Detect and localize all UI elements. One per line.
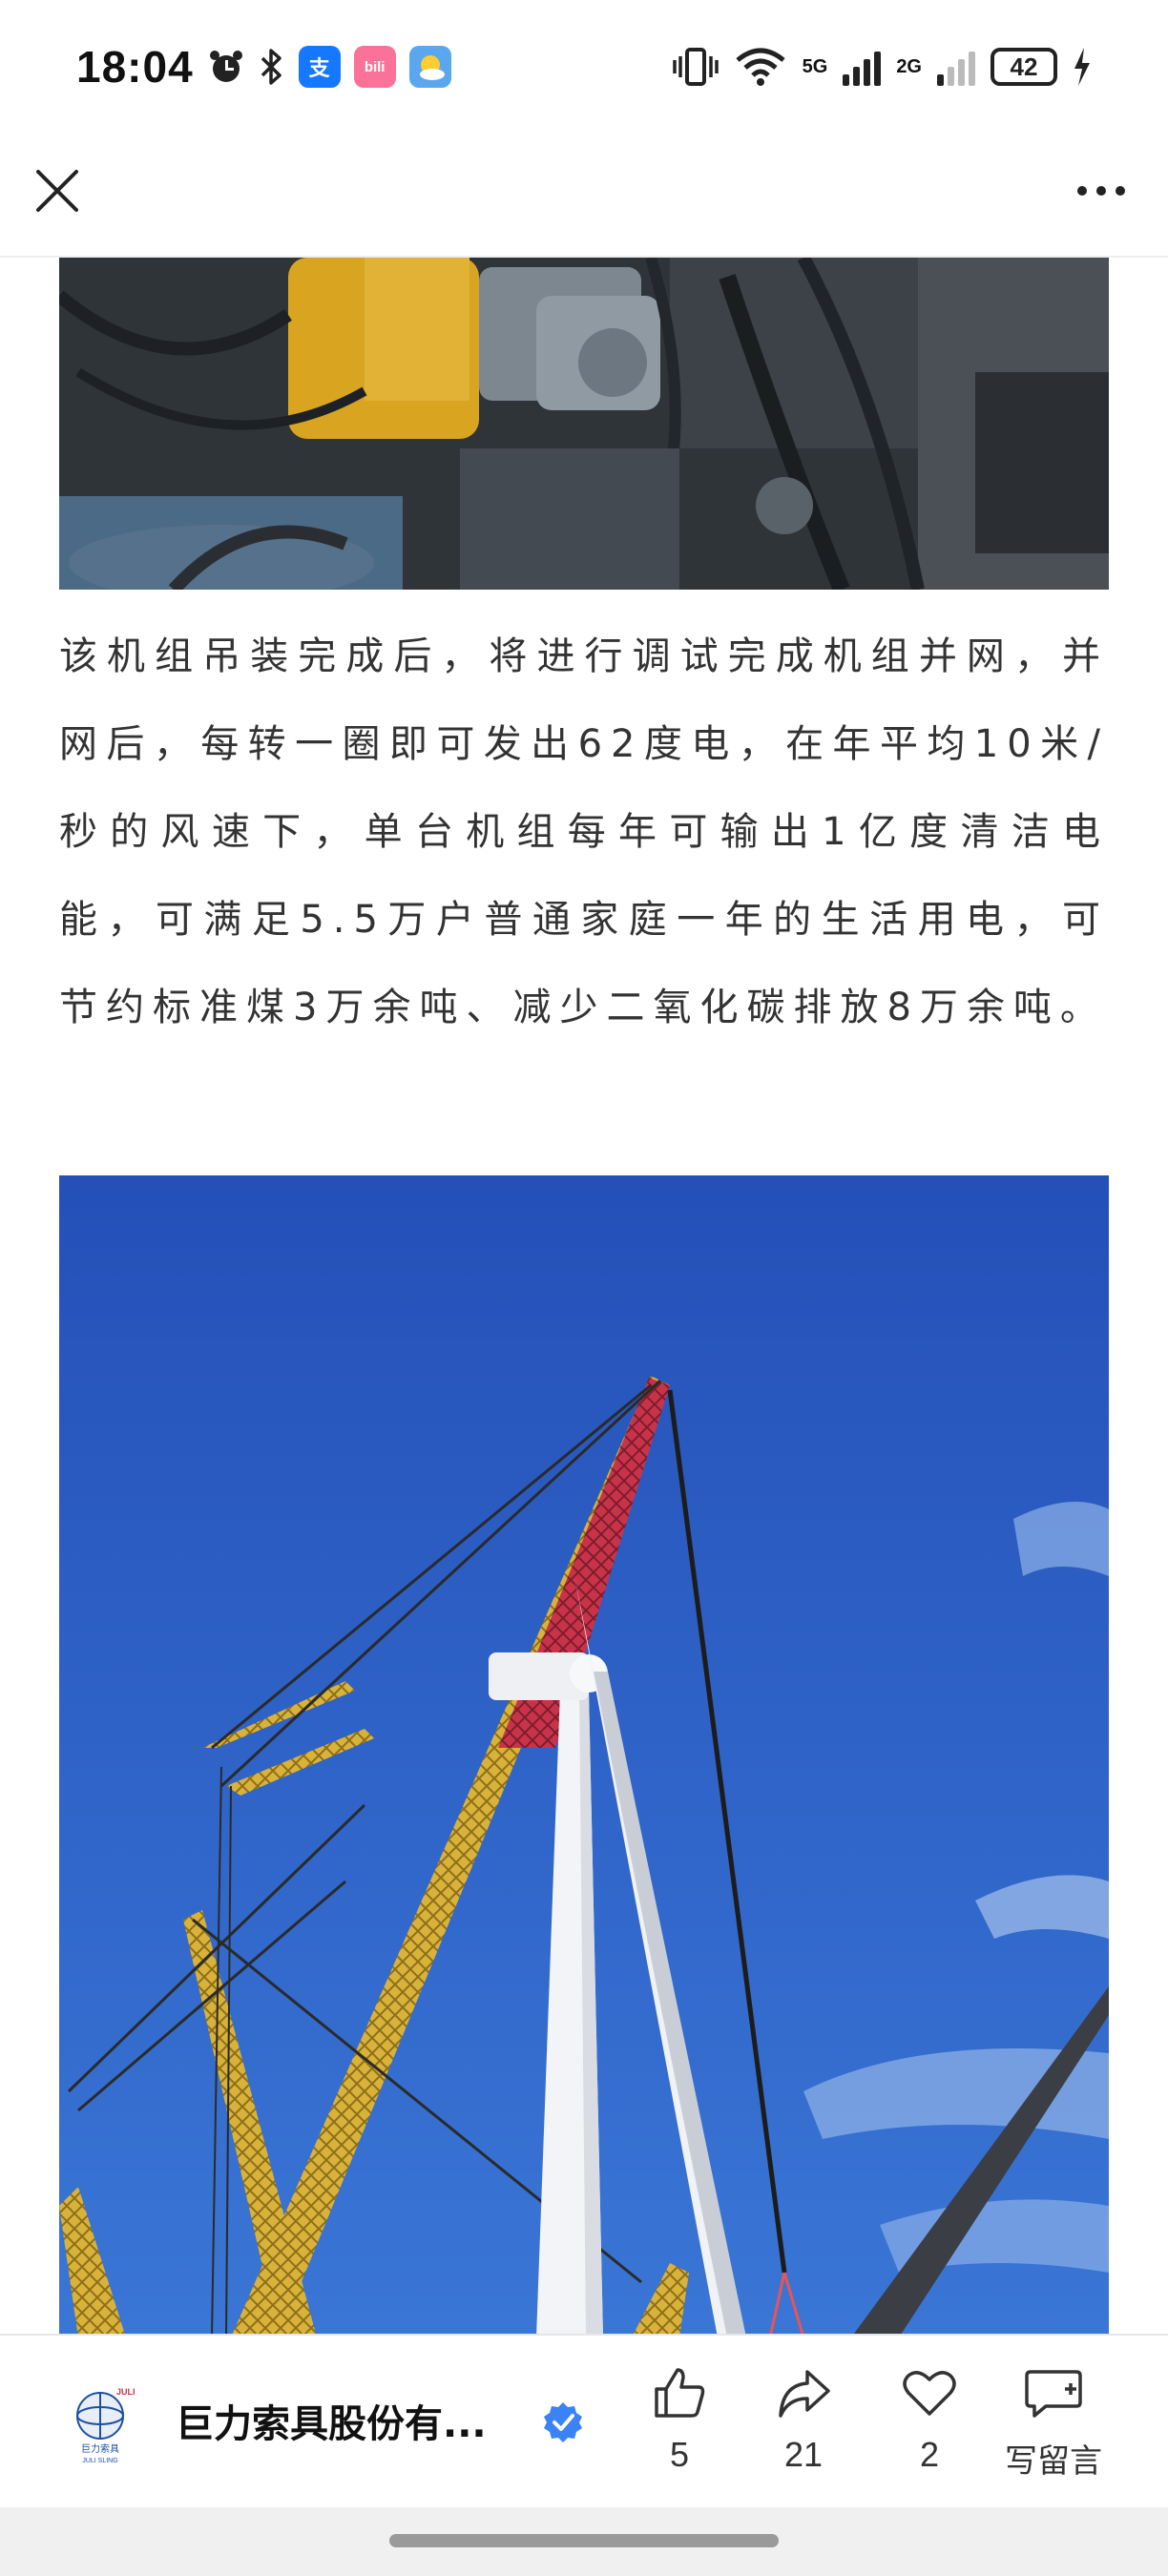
crane-wind-turbine-illustration xyxy=(59,1175,1109,2337)
comment-add-icon xyxy=(1025,2370,1082,2418)
article-photo-crane[interactable] xyxy=(59,1175,1109,2337)
gesture-bar-area xyxy=(0,2507,1168,2576)
top-nav xyxy=(0,134,1168,258)
verified-badge-icon xyxy=(544,2402,582,2442)
status-right: 5G 2G 42 xyxy=(672,47,1092,87)
account-logo-en: JULI SLING xyxy=(82,2458,117,2464)
article-content: 该机组吊装完成后，将进行调试完成机组并网，并网后，每转一圈即可发出62度电，在年… xyxy=(59,258,1109,2337)
network-label-2g: 2G xyxy=(896,55,922,77)
account-logo-mark: JULI xyxy=(116,2387,136,2397)
share-count: 21 xyxy=(783,2435,824,2474)
signal-icon-5g xyxy=(843,48,882,86)
vibrate-icon xyxy=(672,48,719,86)
heart-icon xyxy=(903,2371,956,2416)
bilibili-icon: bili xyxy=(353,46,396,88)
status-left: 18:04 支 bili xyxy=(76,41,451,93)
bottom-action-bar: JULI 巨力索具 JULI SLING 巨力索具股份有... 5 21 2 写… xyxy=(0,2334,1168,2507)
wechat-article-page: 18:04 支 bili 5G 2G 42 该机组吊装完成后，将进行调试完成机组… xyxy=(0,0,1168,2576)
signal-icon-2g xyxy=(937,48,975,86)
machinery-illustration xyxy=(59,258,1109,590)
article-photo-machinery[interactable] xyxy=(59,258,1109,590)
battery-icon: 42 xyxy=(991,48,1057,86)
share-button[interactable]: 21 xyxy=(746,2364,861,2475)
wifi-icon xyxy=(736,48,785,86)
bluetooth-icon xyxy=(261,49,282,85)
like-button[interactable]: 5 xyxy=(622,2364,737,2475)
thumbs-up-icon xyxy=(655,2368,705,2418)
write-comment-button[interactable]: 写留言 xyxy=(996,2364,1111,2482)
more-icon[interactable] xyxy=(1063,162,1139,219)
favorite-button[interactable]: 2 xyxy=(872,2364,987,2475)
status-bar: 18:04 支 bili 5G 2G 42 xyxy=(0,0,1168,134)
close-icon[interactable] xyxy=(29,162,86,219)
alarm-icon xyxy=(209,51,242,82)
network-label-5g: 5G xyxy=(802,55,828,77)
home-indicator[interactable] xyxy=(389,2534,779,2547)
account-name[interactable]: 巨力索具股份有... xyxy=(176,2393,519,2448)
alipay-icon: 支 xyxy=(298,46,341,88)
favorite-count: 2 xyxy=(919,2435,940,2474)
share-arrow-icon xyxy=(779,2370,830,2418)
account-logo[interactable]: JULI 巨力索具 JULI SLING xyxy=(59,2383,141,2465)
weather-icon xyxy=(408,46,451,88)
status-time: 18:04 xyxy=(76,42,194,92)
charging-icon xyxy=(1074,48,1090,86)
like-count: 5 xyxy=(669,2435,690,2474)
account-logo-cn: 巨力索具 xyxy=(81,2442,119,2455)
write-comment-label: 写留言 xyxy=(1005,2442,1102,2481)
article-paragraph: 该机组吊装完成后，将进行调试完成机组并网，并网后，每转一圈即可发出62度电，在年… xyxy=(59,634,1109,1029)
